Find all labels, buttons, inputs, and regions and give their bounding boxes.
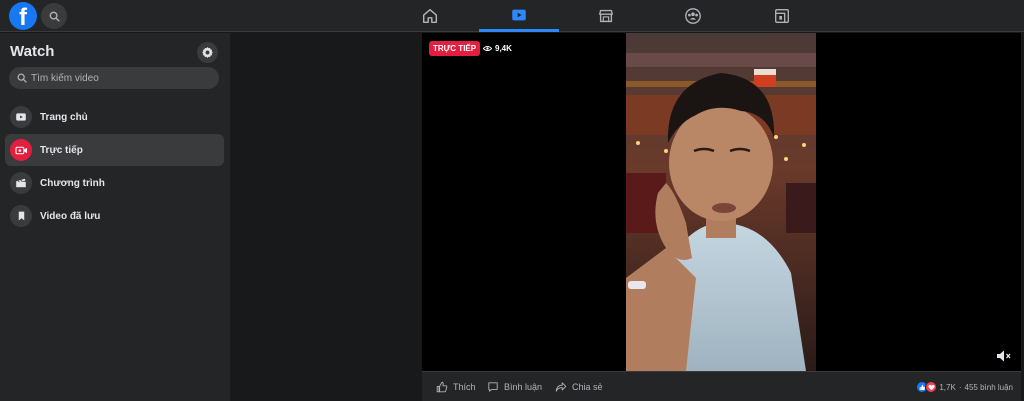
viewer-count: 9,4K [483, 41, 512, 56]
comment-icon [488, 382, 498, 392]
live-icon [14, 146, 27, 154]
sidebar-item-shows[interactable]: Chương trình [5, 167, 224, 199]
video-search-input[interactable] [31, 72, 211, 84]
video-thumbnail-image [626, 33, 816, 371]
sidebar-item-label: Video đã lưu [40, 210, 101, 222]
facebook-logo[interactable]: f [9, 2, 37, 30]
nav-tab-groups[interactable] [653, 0, 733, 32]
watch-sidebar: Watch Trang chủ Trực tiếp Chương trình V… [0, 33, 230, 401]
top-navigation-bar: f [0, 0, 1024, 32]
share-button[interactable]: Chia sẻ [555, 372, 603, 401]
mute-button[interactable] [996, 349, 1012, 363]
sidebar-item-home[interactable]: Trang chủ [5, 101, 224, 133]
clapper-icon [16, 178, 26, 188]
groups-icon [685, 8, 701, 24]
like-button[interactable]: Thích [436, 372, 476, 401]
reactions-summary[interactable]: 1,7K · 455 bình luận [916, 372, 1013, 401]
reactions-count: 1,7K [939, 382, 956, 392]
video-frame [626, 33, 816, 371]
facebook-logo-letter: f [19, 4, 27, 30]
search-button[interactable] [41, 3, 67, 29]
share-label: Chia sẻ [572, 382, 603, 392]
sidebar-title: Watch [10, 43, 55, 60]
gaming-icon [775, 9, 789, 23]
nav-tab-marketplace[interactable] [566, 0, 646, 32]
nav-tab-watch[interactable] [479, 0, 559, 32]
comments-count[interactable]: 455 bình luận [965, 383, 1014, 392]
video-action-bar: Thích Bình luận Chia sẻ 1,7K · 455 bình … [422, 371, 1021, 401]
thumbs-up-icon [436, 381, 448, 393]
comment-button[interactable]: Bình luận [487, 372, 542, 401]
speaker-muted-icon [997, 350, 1011, 362]
love-reaction-icon [925, 381, 938, 393]
home-icon [422, 8, 438, 24]
sidebar-item-icon-wrap [10, 106, 32, 128]
sidebar-item-icon-wrap [10, 205, 32, 227]
settings-button[interactable] [197, 42, 218, 63]
eye-icon [483, 45, 492, 52]
share-icon [555, 382, 567, 392]
sidebar-item-saved-videos[interactable]: Video đã lưu [5, 200, 224, 232]
gear-icon [202, 46, 213, 59]
watch-icon [512, 9, 526, 20]
video-search-box[interactable] [9, 67, 219, 89]
sidebar-item-label: Trang chủ [40, 111, 88, 123]
sidebar-item-icon-wrap [10, 139, 32, 161]
sidebar-item-label: Trực tiếp [40, 144, 83, 156]
comment-label: Bình luận [504, 382, 543, 392]
nav-tab-gaming[interactable] [742, 0, 822, 32]
nav-tab-home[interactable] [390, 0, 470, 32]
search-icon [49, 11, 60, 22]
marketplace-icon [599, 9, 613, 23]
play-icon [16, 113, 26, 121]
sidebar-item-live[interactable]: Trực tiếp [5, 134, 224, 166]
viewer-count-label: 9,4K [495, 44, 512, 53]
sidebar-item-label: Chương trình [40, 177, 105, 189]
like-label: Thích [453, 382, 476, 392]
live-badge: TRỰC TIẾP [429, 41, 481, 56]
dot-separator: · [958, 382, 962, 392]
bookmark-icon [18, 211, 24, 221]
live-video-player[interactable]: TRỰC TIẾP 9,4K [422, 33, 1021, 371]
sidebar-item-icon-wrap [10, 172, 32, 194]
search-icon [17, 73, 27, 83]
